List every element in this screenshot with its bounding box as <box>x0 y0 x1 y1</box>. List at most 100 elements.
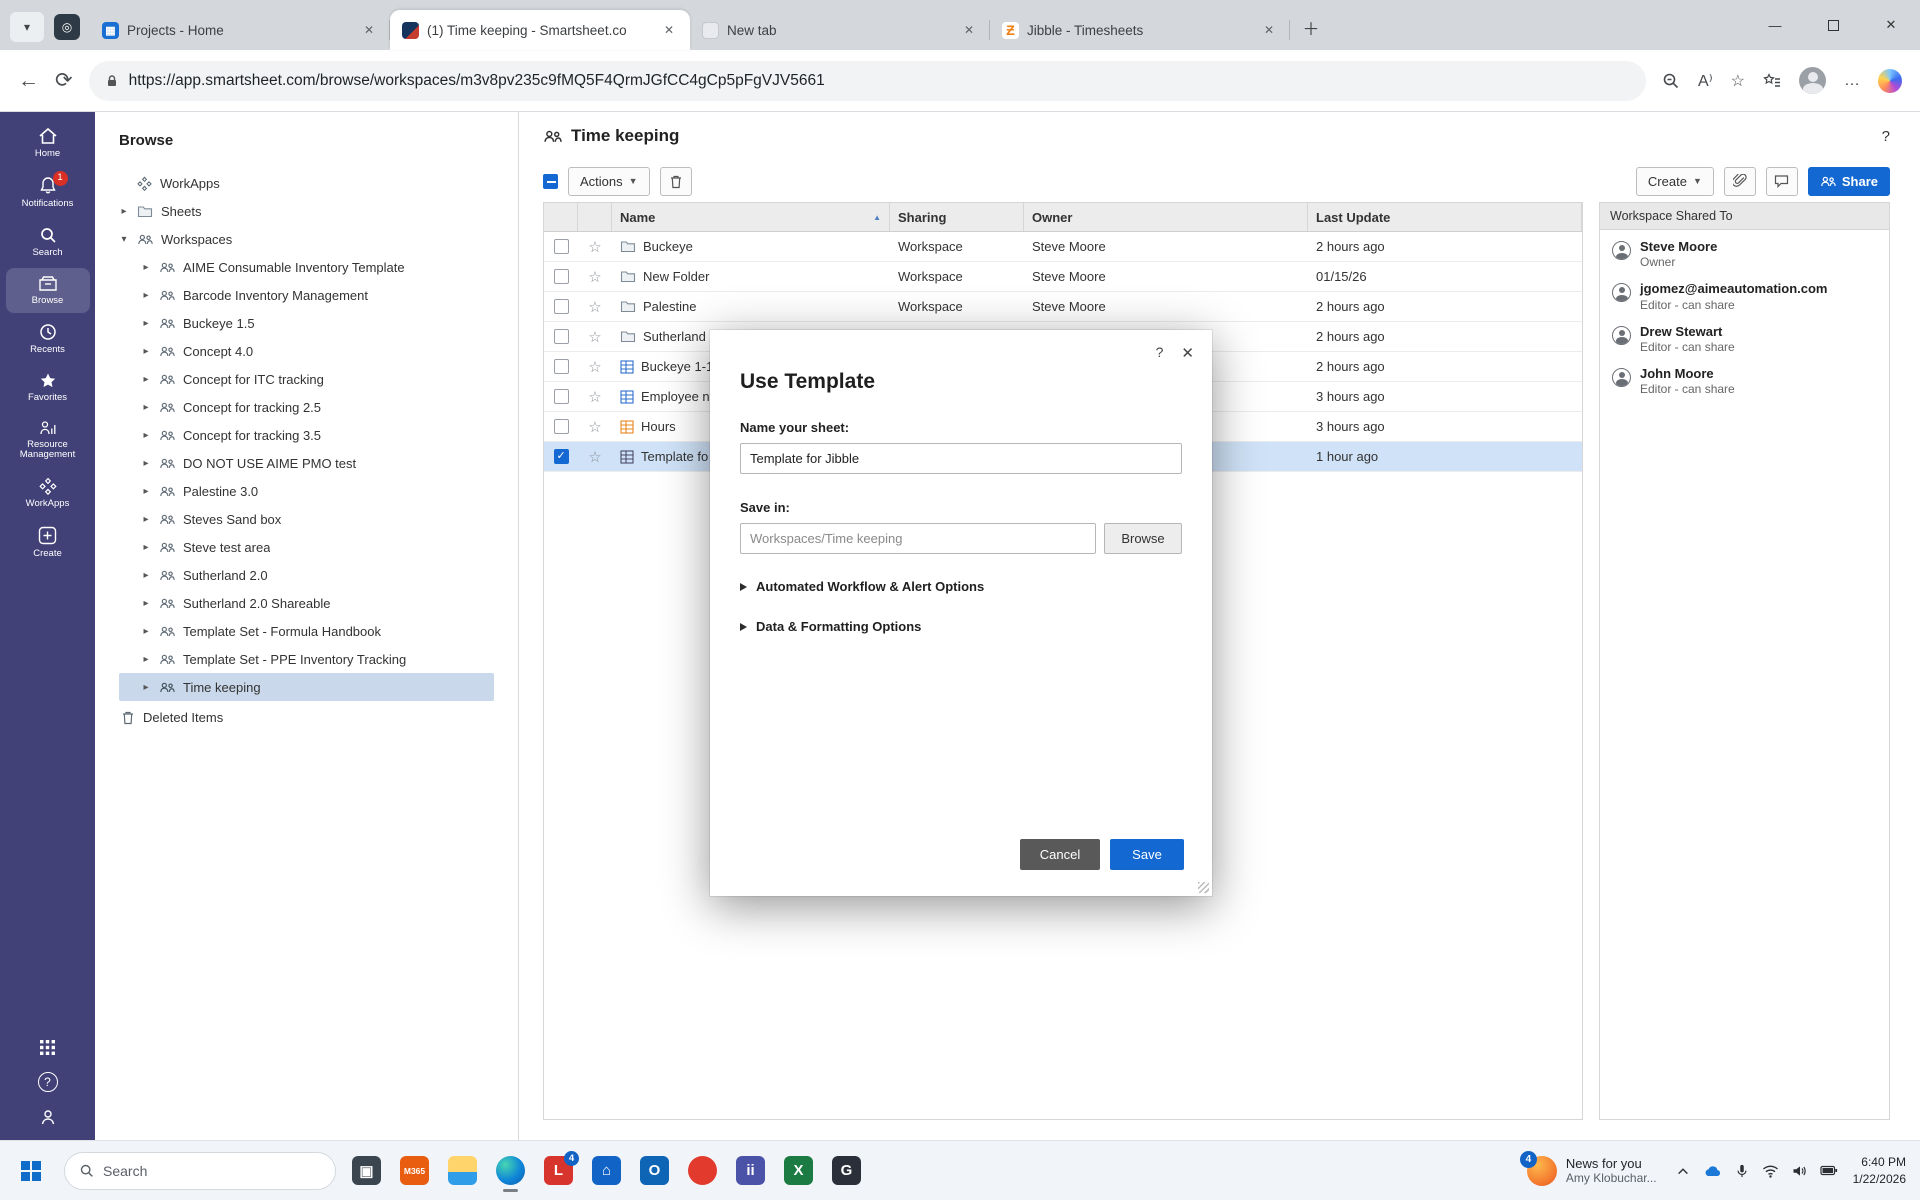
tab-search-chevron-icon[interactable]: ▾ <box>10 12 44 42</box>
table-row[interactable]: ☆ Palestine Workspace Steve Moore 2 hour… <box>544 292 1582 322</box>
url-field[interactable]: https://app.smartsheet.com/browse/worksp… <box>89 61 1646 101</box>
g-app-icon[interactable]: G <box>832 1156 861 1185</box>
tree-item-deleted-items[interactable]: Deleted Items <box>119 703 518 731</box>
formatting-options-section[interactable]: Data & Formatting Options <box>740 619 1182 634</box>
resize-handle[interactable] <box>1198 882 1209 893</box>
row-checkbox[interactable] <box>554 239 569 254</box>
column-header-owner[interactable]: Owner <box>1024 203 1308 231</box>
table-row[interactable]: ☆ New Folder Workspace Steve Moore 01/15… <box>544 262 1582 292</box>
star-icon[interactable]: ☆ <box>588 328 601 346</box>
row-checkbox[interactable] <box>554 389 569 404</box>
chevron-right-icon[interactable]: ▸ <box>141 346 151 357</box>
rail-item-search[interactable]: Search <box>6 219 90 265</box>
favorites-hub-icon[interactable] <box>1763 73 1781 89</box>
create-button[interactable]: Create▼ <box>1636 167 1714 196</box>
shared-member[interactable]: Steve MooreOwner <box>1600 230 1889 272</box>
workspace-item[interactable]: ▸Concept for tracking 2.5 <box>119 393 518 421</box>
chevron-up-icon[interactable] <box>1676 1165 1690 1177</box>
tab-projects-home[interactable]: ▦ Projects - Home ✕ <box>90 10 390 50</box>
maximize-button[interactable] <box>1804 0 1862 50</box>
rail-item-browse[interactable]: Browse <box>6 268 90 313</box>
red-browser-icon[interactable] <box>688 1156 717 1185</box>
star-icon[interactable]: ☆ <box>588 238 601 256</box>
actions-button[interactable]: Actions▼ <box>568 167 650 196</box>
chevron-right-icon[interactable]: ▸ <box>141 430 151 441</box>
chevron-right-icon[interactable]: ▸ <box>141 542 151 553</box>
tab-timekeeping-active[interactable]: (1) Time keeping - Smartsheet.co ✕ <box>390 10 690 50</box>
workspace-item[interactable]: ▸AIME Consumable Inventory Template <box>119 253 518 281</box>
row-checkbox[interactable] <box>554 419 569 434</box>
tab-jibble[interactable]: Ƶ Jibble - Timesheets ✕ <box>990 10 1290 50</box>
chevron-right-icon[interactable]: ▸ <box>141 598 151 609</box>
workspace-item[interactable]: ▸Template Set - PPE Inventory Tracking <box>119 645 518 673</box>
chevron-right-icon[interactable]: ▸ <box>119 206 129 217</box>
rail-item-workapps[interactable]: WorkApps <box>6 470 90 516</box>
new-tab-button[interactable]: ＋ <box>1296 12 1326 42</box>
chevron-right-icon[interactable]: ▸ <box>141 290 151 301</box>
copilot-icon[interactable] <box>1878 69 1902 93</box>
taskbar-search[interactable]: Search <box>64 1152 336 1190</box>
taskbar-clock[interactable]: 6:40 PM 1/22/2026 <box>1853 1154 1906 1186</box>
row-checkbox[interactable] <box>554 329 569 344</box>
favorite-star-icon[interactable]: ☆ <box>1731 71 1745 91</box>
rail-item-home[interactable]: Home <box>6 120 90 166</box>
workspace-item[interactable]: ▸DO NOT USE AIME PMO test <box>119 449 518 477</box>
window-close-button[interactable]: ✕ <box>1862 0 1920 50</box>
rail-item-resource-management[interactable]: Resource Management <box>6 413 90 468</box>
tree-item-workapps[interactable]: WorkApps <box>119 169 518 197</box>
shared-member[interactable]: John MooreEditor - can share <box>1600 357 1889 399</box>
tree-item-sheets[interactable]: ▸ Sheets <box>119 197 518 225</box>
cloud-icon[interactable] <box>1703 1164 1722 1177</box>
edge-icon[interactable] <box>496 1156 525 1185</box>
chevron-right-icon[interactable]: ▸ <box>141 682 151 693</box>
save-in-input[interactable] <box>740 523 1096 554</box>
star-icon[interactable]: ☆ <box>588 358 601 376</box>
account-icon[interactable] <box>39 1108 57 1126</box>
tab-close-icon[interactable]: ✕ <box>960 21 978 39</box>
rail-item-recents[interactable]: Recents <box>6 316 90 362</box>
excel-icon[interactable]: X <box>784 1156 813 1185</box>
l-app-icon[interactable]: L4 <box>544 1156 573 1185</box>
chevron-right-icon[interactable]: ▸ <box>141 458 151 469</box>
dialog-help-icon[interactable]: ? <box>1156 344 1164 362</box>
workspace-item[interactable]: ▸Concept for tracking 3.5 <box>119 421 518 449</box>
row-checkbox[interactable] <box>554 359 569 374</box>
teams-icon[interactable]: ii <box>736 1156 765 1185</box>
m365-icon[interactable]: M365 <box>400 1156 429 1185</box>
volume-icon[interactable] <box>1792 1164 1807 1178</box>
refresh-icon[interactable]: ⟳ <box>55 68 73 93</box>
news-widget[interactable]: 4 News for youAmy Klobuchar... <box>1527 1156 1657 1186</box>
rail-item-notifications[interactable]: 1 Notifications <box>6 169 90 216</box>
settings-ellipsis-icon[interactable]: … <box>1844 72 1860 90</box>
workspace-item[interactable]: ▸Sutherland 2.0 <box>119 561 518 589</box>
window-app-icon[interactable]: ▣ <box>352 1156 381 1185</box>
chevron-right-icon[interactable]: ▸ <box>141 514 151 525</box>
workspace-item[interactable]: ▸Steves Sand box <box>119 505 518 533</box>
chevron-right-icon[interactable]: ▸ <box>141 486 151 497</box>
microsoft-store-icon[interactable]: ⌂ <box>592 1156 621 1185</box>
rail-item-create[interactable]: Create <box>6 519 90 566</box>
column-header-sharing[interactable]: Sharing <box>890 203 1024 231</box>
chevron-right-icon[interactable]: ▸ <box>141 374 151 385</box>
chevron-right-icon[interactable]: ▸ <box>141 262 151 273</box>
chevron-right-icon[interactable]: ▸ <box>141 318 151 329</box>
zoom-icon[interactable] <box>1662 72 1680 90</box>
workspace-item[interactable]: ▸Palestine 3.0 <box>119 477 518 505</box>
row-checkbox[interactable] <box>554 299 569 314</box>
chevron-right-icon[interactable]: ▸ <box>141 654 151 665</box>
comments-button[interactable] <box>1766 167 1798 196</box>
file-explorer-icon[interactable] <box>448 1156 477 1185</box>
star-icon[interactable]: ☆ <box>588 418 601 436</box>
chevron-right-icon[interactable]: ▸ <box>141 570 151 581</box>
back-icon[interactable]: ← <box>18 69 39 93</box>
workspace-item[interactable]: ▸Template Set - Formula Handbook <box>119 617 518 645</box>
workspace-item[interactable]: ▸Barcode Inventory Management <box>119 281 518 309</box>
pinned-tab-icon[interactable]: ◎ <box>54 14 80 40</box>
chevron-right-icon[interactable]: ▸ <box>141 626 151 637</box>
delete-button[interactable] <box>660 167 692 196</box>
table-row[interactable]: ☆ Buckeye Workspace Steve Moore 2 hours … <box>544 232 1582 262</box>
tab-close-icon[interactable]: ✕ <box>660 21 678 39</box>
start-button[interactable] <box>14 1154 48 1188</box>
minimize-button[interactable]: — <box>1746 0 1804 50</box>
workspace-item[interactable]: ▸Buckeye 1.5 <box>119 309 518 337</box>
